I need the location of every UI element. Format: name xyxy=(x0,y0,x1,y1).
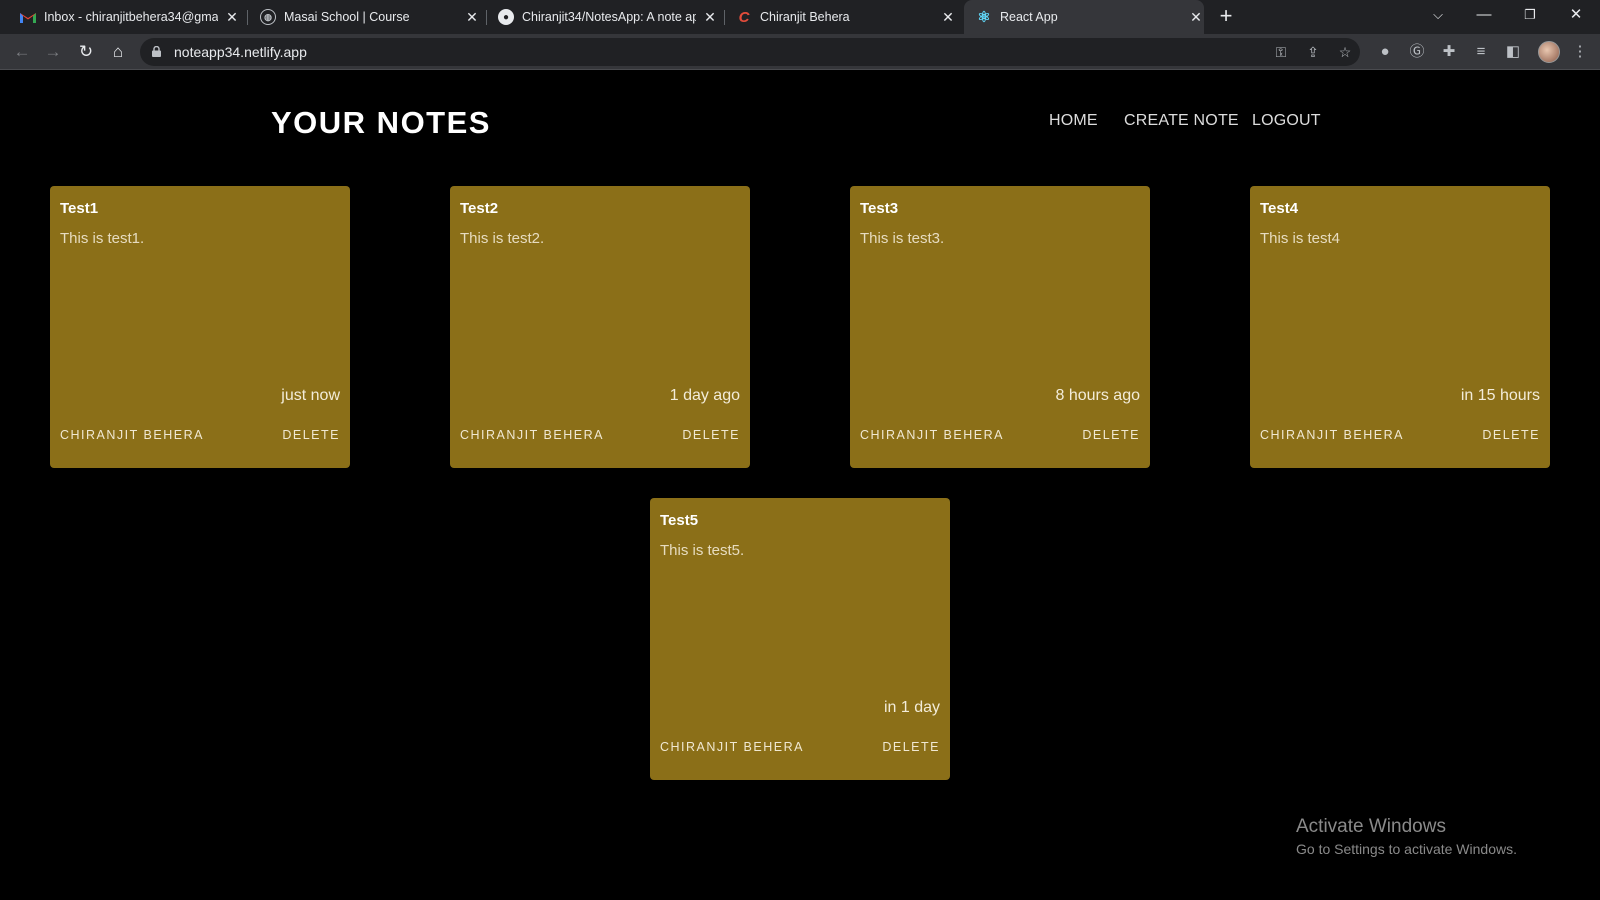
note-title: Test5 xyxy=(660,512,699,529)
activate-windows-title: Activate Windows xyxy=(1296,816,1446,837)
close-icon[interactable]: ✕ xyxy=(1188,9,1204,26)
back-button[interactable]: ← xyxy=(9,39,35,65)
nav-create-note[interactable]: CREATE NOTE xyxy=(1124,112,1239,130)
puzzle-extensions-icon[interactable]: ✚ xyxy=(1439,42,1459,62)
note-title: Test4 xyxy=(1260,200,1299,217)
note-content: This is test3. xyxy=(860,230,945,247)
star-icon[interactable]: ☆ xyxy=(1336,43,1354,61)
note-card: Test2 This is test2. 1 day ago CHIRANJIT… xyxy=(450,186,750,468)
extension-mic-icon[interactable]: ● xyxy=(1375,42,1395,62)
grammarly-icon[interactable]: Ⓖ xyxy=(1407,42,1427,62)
restore-button[interactable]: ❐ xyxy=(1508,0,1552,34)
minimize-button[interactable]: — xyxy=(1462,0,1506,34)
address-bar[interactable]: noteapp34.netlify.app ⚿ ⇪ ☆ xyxy=(140,38,1360,66)
close-icon[interactable]: ✕ xyxy=(940,9,956,26)
notes-page: YOUR NOTES HOME CREATE NOTE LOGOUT Test1… xyxy=(0,71,1600,900)
note-author: CHIRANJIT BEHERA xyxy=(860,428,1004,442)
gmail-icon xyxy=(20,9,36,25)
note-timestamp: just now xyxy=(281,387,340,404)
home-button[interactable]: ⌂ xyxy=(105,39,131,65)
close-icon[interactable]: ✕ xyxy=(464,9,480,26)
globe-icon: ◍ xyxy=(260,9,276,25)
tab-separator xyxy=(724,10,725,25)
reading-list-icon[interactable]: ≡ xyxy=(1471,42,1491,62)
reload-button[interactable]: ↻ xyxy=(73,39,99,65)
menu-kebab-icon[interactable]: ⋮ xyxy=(1570,42,1590,62)
url-text: noteapp34.netlify.app xyxy=(174,44,307,60)
react-icon: ⚛ xyxy=(977,9,991,26)
note-card: Test1 This is test1. just now CHIRANJIT … xyxy=(50,186,350,468)
key-icon[interactable]: ⚿ xyxy=(1272,43,1290,61)
note-content: This is test4 xyxy=(1260,230,1341,247)
side-panel-icon[interactable]: ◧ xyxy=(1503,42,1523,62)
tab-masai[interactable]: ◍ Masai School | Course ✕ xyxy=(252,0,480,34)
note-author: CHIRANJIT BEHERA xyxy=(60,428,204,442)
delete-button[interactable]: DELETE xyxy=(1482,428,1540,442)
forward-button[interactable]: → xyxy=(40,39,66,65)
note-title: Test1 xyxy=(60,200,99,217)
note-title: Test3 xyxy=(860,200,899,217)
tab-profile[interactable]: C Chiranjit Behera ✕ xyxy=(728,0,956,34)
delete-button[interactable]: DELETE xyxy=(882,740,940,754)
browser-toolbar: ← → ↻ ⌂ noteapp34.netlify.app ⚿ ⇪ ☆ ● Ⓖ … xyxy=(0,34,1600,70)
github-icon: ● xyxy=(498,9,514,25)
note-author: CHIRANJIT BEHERA xyxy=(660,740,804,754)
note-card: Test4 This is test4 in 15 hours CHIRANJI… xyxy=(1250,186,1550,468)
delete-button[interactable]: DELETE xyxy=(1082,428,1140,442)
note-timestamp: in 1 day xyxy=(883,699,940,716)
share-icon[interactable]: ⇪ xyxy=(1304,43,1322,61)
note-content: This is test5. xyxy=(660,542,745,559)
tab-separator xyxy=(486,10,487,25)
note-author: CHIRANJIT BEHERA xyxy=(1260,428,1404,442)
delete-button[interactable]: DELETE xyxy=(682,428,740,442)
browser-tab-bar: Inbox - chiranjitbehera34@gmail. ✕ ◍ Mas… xyxy=(0,0,1600,34)
note-content: This is test2. xyxy=(460,230,545,247)
tab-separator xyxy=(247,10,248,25)
nav-home[interactable]: HOME xyxy=(1049,112,1098,130)
tab-title: Chiranjit34/NotesApp: A note ap xyxy=(522,10,696,24)
new-tab-button[interactable]: + xyxy=(1213,4,1239,30)
tab-title: Masai School | Course xyxy=(284,10,410,24)
profile-logo-icon: C xyxy=(738,8,750,26)
lock-icon xyxy=(152,46,161,57)
avatar[interactable] xyxy=(1538,41,1560,63)
note-timestamp: in 15 hours xyxy=(1460,387,1540,404)
tab-github[interactable]: ● Chiranjit34/NotesApp: A note ap ✕ xyxy=(490,0,718,34)
tab-react-app[interactable]: ⚛ React App ✕ xyxy=(964,0,1204,34)
note-card: Test5 This is test5. in 1 day CHIRANJIT … xyxy=(650,498,950,780)
note-card: Test3 This is test3. 8 hours ago CHIRANJ… xyxy=(850,186,1150,468)
note-content: This is test1. xyxy=(60,230,145,247)
page-title: YOUR NOTES xyxy=(271,105,491,140)
note-timestamp: 8 hours ago xyxy=(1055,387,1140,404)
delete-button[interactable]: DELETE xyxy=(282,428,340,442)
close-icon[interactable]: ✕ xyxy=(702,9,718,26)
note-timestamp: 1 day ago xyxy=(669,387,740,404)
nav-logout[interactable]: LOGOUT xyxy=(1252,112,1321,130)
note-author: CHIRANJIT BEHERA xyxy=(460,428,604,442)
activate-windows-subtitle: Go to Settings to activate Windows. xyxy=(1296,841,1517,857)
tab-title: Inbox - chiranjitbehera34@gmail. xyxy=(44,10,218,24)
tab-gmail[interactable]: Inbox - chiranjitbehera34@gmail. ✕ xyxy=(12,0,240,34)
window-close-button[interactable]: ✕ xyxy=(1554,0,1598,34)
close-icon[interactable]: ✕ xyxy=(224,9,240,26)
tab-title: React App xyxy=(1000,10,1058,24)
tab-search-button[interactable]: ⌵ xyxy=(1416,0,1460,34)
tab-title: Chiranjit Behera xyxy=(760,10,850,24)
note-title: Test2 xyxy=(460,200,499,217)
